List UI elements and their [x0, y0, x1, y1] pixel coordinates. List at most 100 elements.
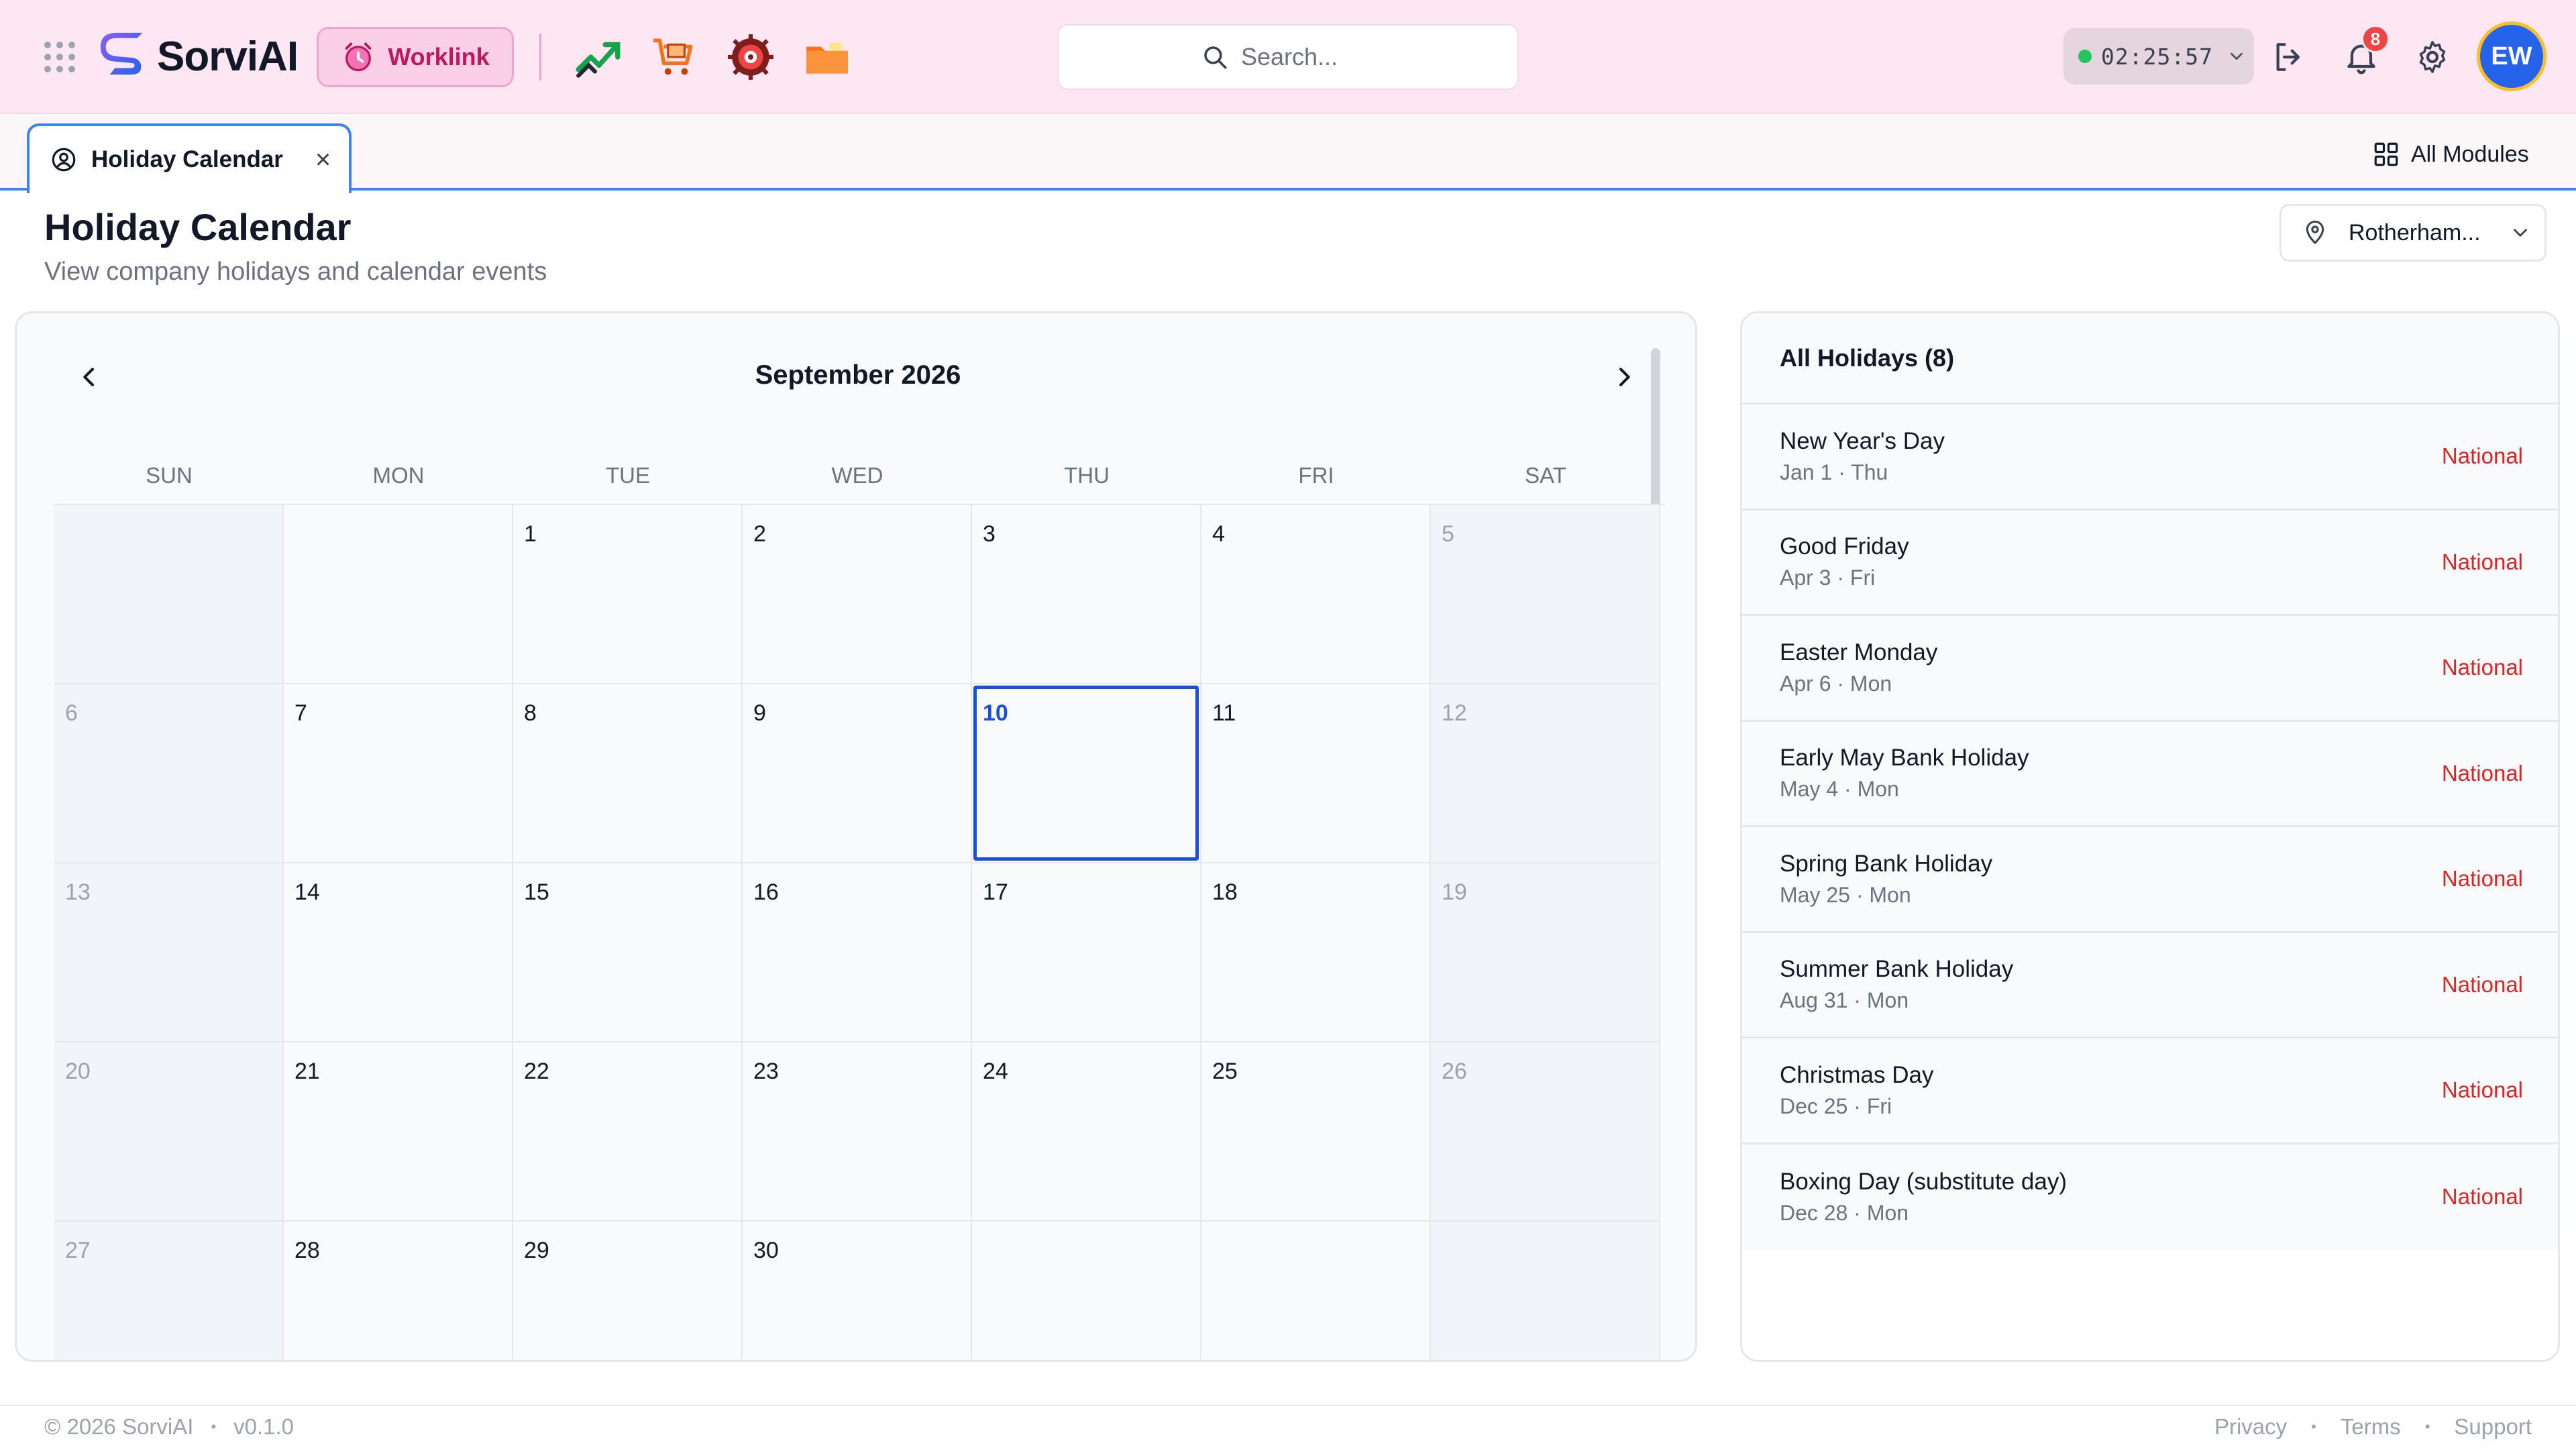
search-input[interactable] — [1241, 43, 1375, 71]
holiday-name: Easter Monday — [1780, 639, 1938, 665]
calendar-day[interactable]: 18 — [1201, 863, 1431, 1042]
calendar-day[interactable]: 29 — [513, 1222, 743, 1360]
holidays-header: All Holidays (8) — [1742, 313, 2558, 405]
holiday-info: Good Friday Apr 3 · Fri — [1780, 533, 1909, 590]
calendar-day[interactable]: 14 — [284, 863, 513, 1042]
holiday-name: Boxing Day (substitute day) — [1780, 1168, 2067, 1195]
holiday-type-badge: National — [2441, 971, 2523, 997]
session-timer[interactable]: 02:25:57 — [2063, 28, 2254, 85]
privacy-link[interactable]: Privacy — [2214, 1414, 2287, 1440]
calendar-day[interactable]: 22 — [513, 1042, 743, 1222]
calendar-day[interactable]: 8 — [513, 684, 743, 863]
calendar-day[interactable]: 13 — [54, 863, 284, 1042]
holiday-info: Christmas Day Dec 25 · Fri — [1780, 1062, 1933, 1119]
location-select[interactable]: Rotherham... — [2279, 204, 2546, 262]
page-title: Holiday Calendar — [44, 206, 352, 248]
calendar-day[interactable]: 20 — [54, 1042, 284, 1222]
calendar-day[interactable]: 1 — [513, 505, 743, 684]
workspace-label: Worklink — [388, 43, 490, 70]
calendar-day[interactable]: 11 — [1201, 684, 1431, 863]
footer-separator: • — [2424, 1418, 2430, 1435]
copyright-text: © 2026 SorviAI — [44, 1414, 194, 1439]
logout-icon[interactable] — [2270, 38, 2308, 76]
holiday-date: Dec 28 · Mon — [1780, 1200, 1909, 1225]
holiday-type-badge: National — [2441, 1184, 2523, 1210]
calendar-day[interactable]: 25 — [1201, 1042, 1431, 1222]
holiday-name: Good Friday — [1780, 533, 1909, 560]
brand-logo[interactable]: SorviAI — [98, 30, 299, 83]
calendar-day[interactable]: 2 — [743, 505, 972, 684]
calendar-day-selected[interactable]: 10 — [972, 684, 1201, 863]
weekday-label: FRI — [1298, 463, 1334, 488]
calendar-day[interactable]: 4 — [1201, 505, 1431, 684]
holiday-item[interactable]: Boxing Day (substitute day) Dec 28 · Mon N… — [1742, 1144, 2558, 1250]
calendar-day[interactable]: 28 — [284, 1222, 513, 1360]
calendar-day[interactable]: 19 — [1431, 863, 1660, 1042]
calendar-day[interactable]: 9 — [743, 684, 972, 863]
calendar-day[interactable]: 30 — [743, 1222, 972, 1360]
version-text: v0.1.0 — [233, 1414, 294, 1439]
calendar-day[interactable]: 23 — [743, 1042, 972, 1222]
trending-chart-icon[interactable] — [574, 32, 624, 82]
timer-value: 02:25:57 — [2101, 43, 2213, 70]
apps-grid-icon[interactable] — [43, 40, 76, 74]
holiday-date: Jan 1 · Thu — [1780, 460, 1888, 484]
holiday-item[interactable]: Summer Bank Holiday Aug 31 · Mon National — [1742, 932, 2558, 1038]
holiday-item[interactable]: Spring Bank Holiday May 25 · Mon National — [1742, 827, 2558, 933]
calendar-grid: SUN MON TUE WED THU FRI SAT 1 2 3 4 5 6 7 8 9 10 11 12 13 1… — [54, 447, 1664, 1360]
calendar-day[interactable]: 3 — [972, 505, 1201, 684]
tab-strip: Holiday Calendar × All Modules — [0, 115, 2576, 193]
search-bar[interactable] — [1057, 24, 1519, 90]
calendar-day[interactable]: 17 — [972, 863, 1201, 1042]
holiday-info: New Year's Day Jan 1 · Thu — [1780, 428, 1945, 485]
previous-month-button[interactable] — [72, 360, 106, 394]
holiday-type-badge: National — [2441, 760, 2523, 786]
calendar-day[interactable]: 24 — [972, 1042, 1201, 1222]
target-gear-icon[interactable] — [726, 32, 775, 82]
footer-separator: • — [211, 1418, 217, 1435]
holiday-item[interactable]: Early May Bank Holiday May 4 · Mon Nationa… — [1742, 721, 2558, 827]
support-link[interactable]: Support — [2454, 1414, 2532, 1440]
next-month-button[interactable] — [1607, 360, 1641, 394]
calendar-day — [972, 1222, 1201, 1360]
notifications-button[interactable]: 8 — [2343, 25, 2390, 76]
calendar-day[interactable]: 15 — [513, 863, 743, 1042]
holiday-info: Early May Bank Holiday May 4 · Mon — [1780, 745, 2029, 802]
calendar-month-label: September 2026 — [755, 360, 961, 390]
calendar-day — [1201, 1222, 1431, 1360]
workspace-button[interactable]: Worklink — [317, 27, 514, 87]
user-avatar[interactable]: EW — [2477, 21, 2546, 91]
holiday-date: Aug 31 · Mon — [1780, 988, 1909, 1013]
weekday-label: SUN — [146, 463, 193, 488]
location-value: Rotherham... — [2349, 219, 2481, 246]
folder-icon[interactable] — [802, 32, 852, 82]
holiday-item[interactable]: Easter Monday Apr 6 · Mon National — [1742, 616, 2558, 722]
weekday-label: THU — [1064, 463, 1110, 488]
close-icon[interactable]: × — [315, 146, 331, 173]
calendar-day[interactable]: 5 — [1431, 505, 1660, 684]
calendar-day[interactable]: 12 — [1431, 684, 1660, 863]
gear-icon[interactable] — [2414, 38, 2451, 76]
holiday-name: Summer Bank Holiday — [1780, 956, 2014, 983]
cart-box-icon[interactable] — [649, 32, 699, 82]
calendar-day[interactable]: 21 — [284, 1042, 513, 1222]
holiday-info: Boxing Day (substitute day) Dec 28 · Mon — [1780, 1169, 2067, 1226]
holiday-name: Christmas Day — [1780, 1061, 1934, 1088]
weekday-label: MON — [372, 463, 425, 488]
tab-holiday-calendar[interactable]: Holiday Calendar × — [27, 123, 352, 193]
terms-link[interactable]: Terms — [2341, 1414, 2401, 1440]
calendar-day[interactable]: 27 — [54, 1222, 284, 1360]
calendar-day[interactable]: 6 — [54, 684, 284, 863]
notification-count-badge: 8 — [2361, 25, 2390, 53]
calendar-day[interactable]: 7 — [284, 684, 513, 863]
page-subtitle: View company holidays and calendar event… — [44, 258, 547, 286]
holiday-item[interactable]: New Year's Day Jan 1 · Thu National — [1742, 405, 2558, 511]
calendar-day[interactable]: 16 — [743, 863, 972, 1042]
holiday-date: Apr 3 · Fri — [1780, 566, 1876, 590]
chevron-left-icon — [83, 368, 94, 386]
holiday-item[interactable]: Good Friday Apr 3 · Fri National — [1742, 510, 2558, 616]
calendar-day[interactable]: 26 — [1431, 1042, 1660, 1222]
holiday-type-badge: National — [2441, 443, 2523, 469]
all-modules-button[interactable]: All Modules — [2372, 134, 2529, 174]
holiday-item[interactable]: Christmas Day Dec 25 · Fri National — [1742, 1038, 2558, 1144]
